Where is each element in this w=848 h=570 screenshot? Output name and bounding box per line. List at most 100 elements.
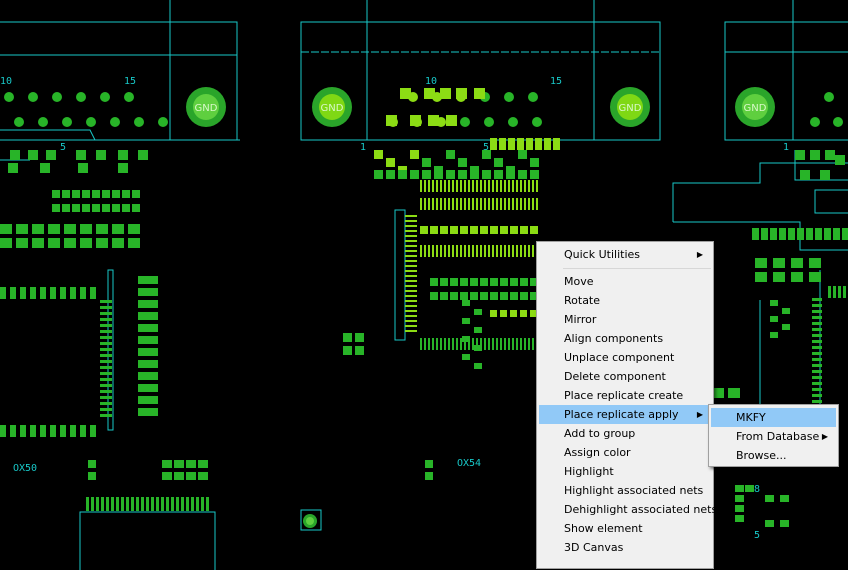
submenu-item-browse[interactable]: Browse... <box>711 446 836 465</box>
smd-pad <box>52 190 60 198</box>
smd-pad <box>40 287 46 299</box>
pin-pad <box>532 117 542 127</box>
menu-item-rotate[interactable]: Rotate <box>539 291 711 310</box>
menu-item-show-element[interactable]: Show element <box>539 519 711 538</box>
menu-item-add-to-group[interactable]: Add to group <box>539 424 711 443</box>
smd-pad <box>755 258 767 268</box>
smd-pad <box>480 278 488 286</box>
smd-pad <box>90 287 96 299</box>
smd-pad <box>186 472 196 480</box>
smd-pad <box>405 255 417 257</box>
smd-pad <box>788 228 795 240</box>
smd-pad <box>782 308 790 314</box>
smd-pad <box>32 238 44 248</box>
smd-pad <box>430 278 438 286</box>
smd-pad <box>448 198 450 210</box>
menu-item-label: Move <box>564 275 594 288</box>
smd-pad <box>100 324 112 327</box>
menu-item-align-components[interactable]: Align components <box>539 329 711 348</box>
menu-item-quick-utilities[interactable]: Quick Utilities ▶ <box>539 245 711 264</box>
smd-pad <box>518 150 527 159</box>
smd-pad <box>405 235 417 237</box>
smd-pad <box>496 245 498 257</box>
menu-item-label: Delete component <box>564 370 666 383</box>
smd-pad <box>532 198 534 210</box>
smd-pad <box>482 170 491 179</box>
smd-pad <box>405 270 417 272</box>
smd-pad <box>64 224 76 234</box>
smd-pad <box>484 180 486 192</box>
menu-item-highlight[interactable]: Highlight <box>539 462 711 481</box>
submenu-item-mkfy[interactable]: MKFY <box>711 408 836 427</box>
smd-pad <box>476 198 478 210</box>
menu-item-place-replicate-apply[interactable]: Place replicate apply ▶ <box>539 405 711 424</box>
svg-text:5: 5 <box>754 530 760 541</box>
menu-item-assign-color[interactable]: Assign color <box>539 443 711 462</box>
smd-pad <box>50 425 56 437</box>
menu-item-delete-component[interactable]: Delete component <box>539 367 711 386</box>
smd-pad <box>500 338 502 350</box>
smd-pad <box>460 245 462 257</box>
smd-pad <box>440 180 442 192</box>
smd-pad <box>490 310 497 317</box>
menu-item-unplace-component[interactable]: Unplace component <box>539 348 711 367</box>
smd-pad <box>492 180 494 192</box>
smd-pad <box>472 180 474 192</box>
smd-pad <box>86 497 89 511</box>
smd-pad <box>0 287 6 299</box>
menu-item-place-replicate-create[interactable]: Place replicate create <box>539 386 711 405</box>
svg-text:OX50: OX50 <box>13 463 37 474</box>
menu-item-mirror[interactable]: Mirror <box>539 310 711 329</box>
menu-item-label: Show element <box>564 522 643 535</box>
smd-pad <box>516 338 518 350</box>
svg-text:10: 10 <box>0 76 12 87</box>
smd-pad <box>500 310 507 317</box>
pin-pad <box>484 117 494 127</box>
smd-pad <box>102 204 110 212</box>
smd-pad <box>132 204 140 212</box>
smd-pad <box>118 150 128 160</box>
smd-pad <box>128 238 140 248</box>
smd-pad <box>524 198 526 210</box>
smd-pad <box>500 198 502 210</box>
smd-pad <box>92 190 100 198</box>
pcb-canvas[interactable]: GND GND GND GND 10 15 5 1 10 15 5 1 8 5 … <box>0 0 848 570</box>
smd-pad <box>812 322 822 325</box>
smd-pad <box>405 310 417 312</box>
smd-pad <box>138 150 148 160</box>
smd-pad <box>405 280 417 282</box>
smd-pad <box>745 485 754 492</box>
smd-pad <box>490 292 498 300</box>
smd-pad <box>90 425 96 437</box>
menu-item-3d-canvas[interactable]: 3D Canvas <box>539 538 711 557</box>
smd-pad <box>474 363 482 369</box>
smd-pad <box>797 228 804 240</box>
smd-pad <box>405 300 417 302</box>
smd-pad <box>520 180 522 192</box>
menu-item-label: Mirror <box>564 313 597 326</box>
smd-pad <box>100 342 112 345</box>
smd-pad <box>820 170 830 180</box>
smd-pad <box>468 180 470 192</box>
smd-pad <box>16 224 28 234</box>
smd-pad <box>198 472 208 480</box>
smd-pad <box>20 425 26 437</box>
smd-pad <box>476 245 478 257</box>
smd-pad <box>106 497 109 511</box>
smd-pad <box>78 163 88 173</box>
submenu-item-from-database[interactable]: From Database ▶ <box>711 427 836 446</box>
smd-pad <box>464 180 466 192</box>
smd-pad <box>815 228 822 240</box>
smd-pad <box>530 226 538 234</box>
smd-pad <box>128 224 140 234</box>
menu-item-move[interactable]: Move <box>539 272 711 291</box>
smd-pad <box>809 258 821 268</box>
smd-pad <box>46 150 56 160</box>
smd-pad <box>755 272 767 282</box>
smd-pad <box>138 300 158 308</box>
smd-pad <box>432 180 434 192</box>
menu-item-highlight-associated-nets[interactable]: Highlight associated nets <box>539 481 711 500</box>
smd-pad <box>430 226 438 234</box>
smd-pad <box>60 425 66 437</box>
menu-item-dehighlight-associated-nets[interactable]: Dehighlight associated nets <box>539 500 717 519</box>
